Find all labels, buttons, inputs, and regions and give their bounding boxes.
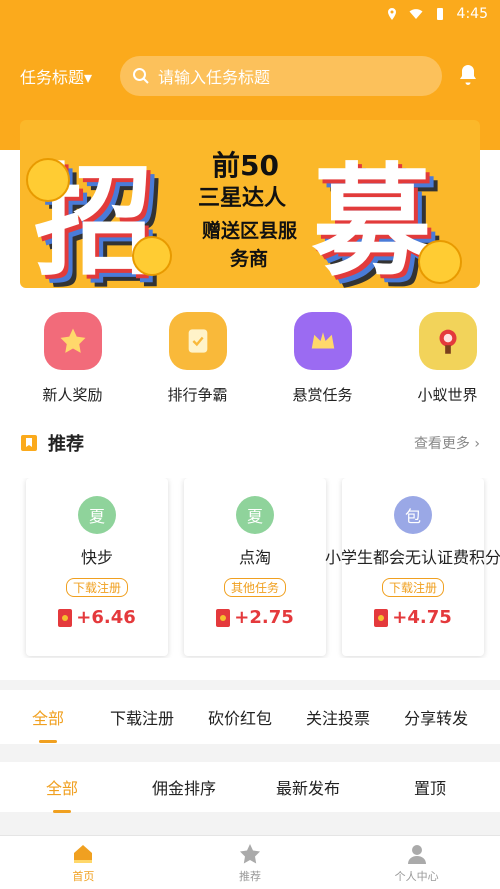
- task-card[interactable]: 夏 点淘 其他任务 +2.75: [184, 478, 326, 656]
- task-card[interactable]: 夏 快步 下载注册 +6.46: [26, 478, 168, 656]
- quick-item-ranking[interactable]: 排行争霸: [145, 312, 250, 405]
- tab-download[interactable]: 下载注册: [110, 705, 174, 729]
- see-more-label: 查看更多: [413, 436, 470, 452]
- search-icon: [133, 68, 149, 84]
- task-reward: +4.75: [374, 607, 452, 628]
- tab-bargain[interactable]: 砍价红包: [208, 705, 272, 729]
- document-icon: [168, 312, 227, 370]
- bell-icon[interactable]: [456, 63, 480, 87]
- reward-value: +4.75: [392, 607, 452, 628]
- task-tag: 下载注册: [65, 578, 128, 597]
- red-packet-icon: [374, 608, 389, 627]
- user-icon: [407, 844, 426, 864]
- sort-all[interactable]: 全部: [46, 775, 78, 799]
- banner-line-1: 前50: [212, 149, 279, 182]
- quick-item-world[interactable]: 小蚁世界: [395, 312, 500, 405]
- quick-item-bounty[interactable]: 悬赏任务: [270, 312, 375, 405]
- sort-tabs: 全部 佣金排序 最新发布 置顶: [0, 762, 500, 812]
- task-tag: 其他任务: [223, 578, 286, 597]
- star-icon: [240, 843, 260, 863]
- banner-line-4: 务商: [230, 248, 269, 270]
- game-icon: [418, 312, 477, 370]
- avatar: 包: [394, 496, 432, 534]
- nav-home[interactable]: 首页: [0, 836, 167, 889]
- task-name: 快步: [80, 548, 113, 567]
- top-bar: 任务标题▾ 请输入任务标题: [0, 55, 500, 97]
- nav-label: 个人中心: [394, 869, 439, 883]
- status-bar: 4:45: [0, 0, 500, 28]
- sort-commission[interactable]: 佣金排序: [152, 775, 216, 799]
- tab-all[interactable]: 全部: [32, 705, 64, 729]
- category-tabs: 全部 下载注册 砍价红包 关注投票 分享转发: [0, 690, 500, 744]
- reward-value: +2.75: [234, 607, 294, 628]
- task-reward: +2.75: [216, 607, 294, 628]
- task-name: 小学生都会无认证费积分: [325, 548, 500, 567]
- avatar: 夏: [78, 496, 116, 534]
- emoji-sticker: [418, 240, 462, 284]
- search-placeholder: 请输入任务标题: [158, 68, 271, 87]
- quick-label: 排行争霸: [167, 386, 228, 404]
- red-packet-icon: [216, 608, 231, 627]
- red-packet-icon: [58, 608, 73, 627]
- task-type-select[interactable]: 任务标题▾: [20, 64, 110, 88]
- nav-label: 推荐: [239, 869, 261, 883]
- bottom-nav: 首页 推荐 个人中心: [0, 835, 500, 889]
- recommend-header: 推荐 查看更多 ›: [20, 430, 480, 456]
- nav-profile[interactable]: 个人中心: [333, 836, 500, 889]
- quick-label: 悬赏任务: [292, 386, 353, 404]
- home-icon: [74, 844, 93, 863]
- emoji-sticker: [26, 158, 70, 202]
- tab-vote[interactable]: 关注投票: [306, 705, 370, 729]
- search-input[interactable]: 请输入任务标题: [120, 56, 442, 96]
- task-card[interactable]: 包 小学生都会无认证费积分 下载注册 +4.75: [325, 478, 500, 656]
- banner-line-2: 三星达人: [198, 186, 287, 211]
- task-reward: +6.46: [58, 607, 136, 628]
- recommend-title: 推荐: [48, 434, 84, 455]
- tab-share[interactable]: 分享转发: [404, 705, 468, 729]
- recommend-cards: 夏 快步 下载注册 +6.46 夏 点淘 其他任务 +2.75 包 小学生都会无…: [0, 478, 500, 658]
- banner-line-3: 赠送区县服: [202, 220, 298, 242]
- nav-recommend[interactable]: 推荐: [167, 836, 334, 889]
- emoji-sticker: [132, 236, 172, 276]
- bookmark-icon: [21, 435, 37, 451]
- sort-pinned[interactable]: 置顶: [414, 775, 446, 799]
- crown-icon: [293, 312, 352, 370]
- quick-label: 新人奖励: [42, 386, 103, 404]
- task-tag: 下载注册: [381, 578, 444, 597]
- task-name: 点淘: [238, 548, 271, 567]
- quick-item-newbie[interactable]: 新人奖励: [20, 312, 125, 405]
- avatar: 夏: [236, 496, 274, 534]
- nav-label: 首页: [72, 869, 95, 883]
- promo-banner[interactable]: 招 募 前50 三星达人 赠送区县服 务商: [20, 120, 480, 288]
- chevron-right-icon: ›: [474, 436, 480, 452]
- location-icon: [387, 8, 396, 20]
- see-more-link[interactable]: 查看更多 ›: [414, 433, 480, 453]
- wifi-icon: [409, 9, 423, 19]
- quick-label: 小蚁世界: [417, 386, 478, 404]
- banner-char-2: 募: [312, 151, 432, 288]
- quick-entries: 新人奖励 排行争霸 悬赏任务 小蚁世界: [0, 312, 500, 405]
- star-icon: [43, 312, 102, 370]
- reward-value: +6.46: [76, 607, 136, 628]
- battery-icon: [436, 8, 443, 20]
- sort-latest[interactable]: 最新发布: [276, 775, 340, 799]
- status-time: 4:45: [456, 6, 488, 22]
